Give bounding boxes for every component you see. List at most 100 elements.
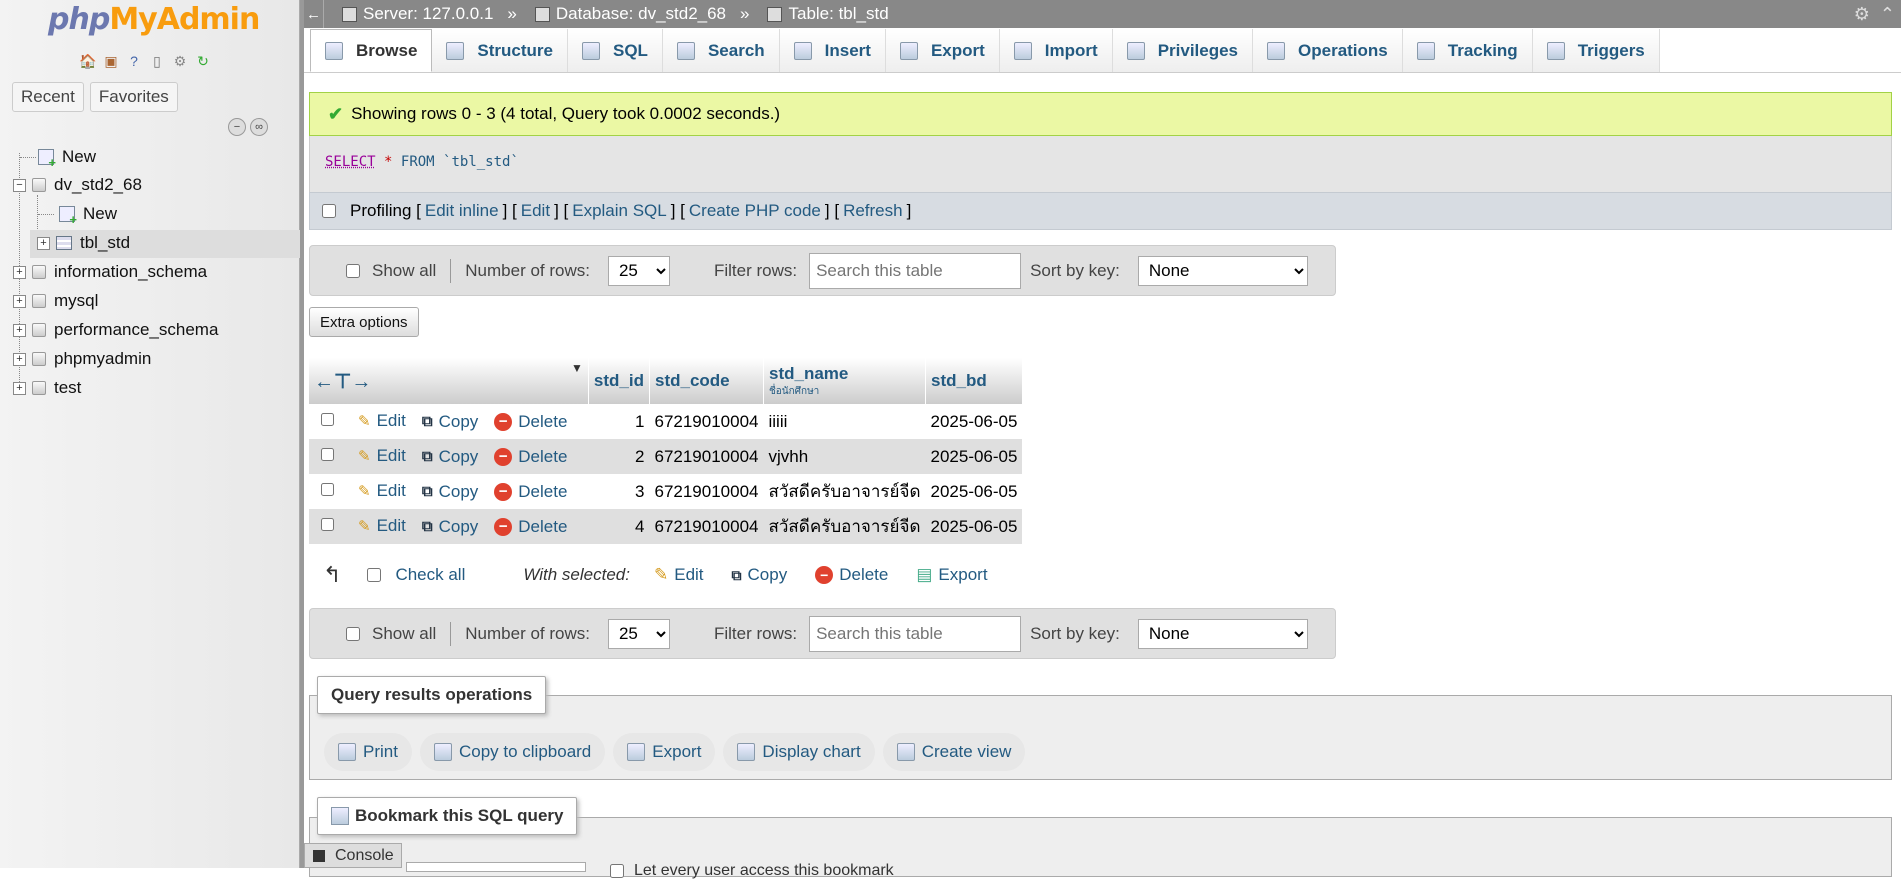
cell-std-name[interactable]: สวัสดีครับอาจารย์จีด	[763, 474, 926, 509]
cell-std-code[interactable]: 67219010004	[649, 509, 764, 544]
column-std-id[interactable]: std_id	[588, 358, 650, 404]
row-delete-link[interactable]: − Delete	[494, 517, 567, 537]
expand-icon[interactable]: +	[37, 236, 50, 250]
sort-by-key-select[interactable]: None	[1137, 618, 1308, 649]
show-all-checkbox[interactable]	[346, 263, 360, 278]
row-checkbox[interactable]	[321, 413, 334, 427]
cell-std-bd[interactable]: 2025-06-05	[925, 439, 1023, 474]
expand-icon[interactable]: +	[13, 265, 26, 279]
row-checkbox[interactable]	[321, 518, 334, 532]
sql-query-box[interactable]: SELECT * FROM `tbl_std`	[309, 136, 1892, 192]
display-chart-button[interactable]: Display chart	[723, 733, 875, 771]
phpmyadmin-logo[interactable]: phpMyAdmin	[48, 2, 260, 37]
cell-std-id[interactable]: 3	[588, 474, 650, 509]
breadcrumb-table[interactable]: Table: tbl_std	[767, 4, 889, 24]
column-std-name[interactable]: std_name ชื่อนักศึกษา	[763, 358, 926, 404]
cell-std-code[interactable]: 67219010004	[649, 474, 764, 509]
dropdown-triangle-icon[interactable]: ▼	[571, 361, 583, 375]
column-std-code[interactable]: std_code	[649, 358, 765, 404]
breadcrumb-database[interactable]: Database: dv_std2_68	[534, 4, 726, 24]
reload-icon[interactable]: ↻	[193, 51, 213, 71]
tab-operations[interactable]: Operations	[1253, 29, 1403, 72]
collapse-top-icon[interactable]: ⌃	[1880, 4, 1895, 25]
cell-std-bd[interactable]: 2025-06-05	[925, 509, 1023, 544]
tab-browse[interactable]: Browse	[310, 29, 433, 72]
link-with-main-icon[interactable]: ∞	[250, 118, 268, 136]
collapse-nav-icon[interactable]: ←	[304, 0, 324, 28]
expand-icon[interactable]: +	[13, 323, 26, 337]
filter-rows-input[interactable]	[809, 615, 1022, 652]
tab-export[interactable]: Export	[885, 29, 1000, 72]
tree-db-dv-std2-68[interactable]: − dv_std2_68	[13, 173, 142, 197]
row-edit-link[interactable]: ✎ Edit	[358, 516, 406, 536]
copy-to-clipboard-button[interactable]: Copy to clipboard	[419, 733, 606, 771]
tree-new-database[interactable]: New	[20, 145, 96, 170]
check-all-checkbox[interactable]	[367, 568, 382, 582]
bulk-copy-button[interactable]: ⧉ Copy	[732, 565, 788, 585]
settings-icon[interactable]: ⚙	[170, 51, 190, 71]
cell-std-id[interactable]: 2	[588, 439, 650, 474]
tab-search[interactable]: Search	[662, 29, 780, 72]
collapse-icon[interactable]: −	[13, 178, 26, 192]
tree-db-mysql[interactable]: + mysql	[13, 289, 98, 313]
tab-privileges[interactable]: Privileges	[1112, 29, 1254, 72]
cell-std-id[interactable]: 4	[588, 509, 650, 544]
row-delete-link[interactable]: − Delete	[494, 412, 567, 432]
row-edit-link[interactable]: ✎ Edit	[358, 446, 406, 466]
cell-std-id[interactable]: 1	[588, 404, 650, 439]
sort-by-key-select[interactable]: None	[1137, 255, 1308, 286]
tree-table-tbl-std[interactable]: + tbl_std	[37, 231, 130, 255]
row-edit-link[interactable]: ✎ Edit	[358, 411, 406, 431]
edit-inline-link[interactable]: Edit inline	[425, 201, 499, 221]
bulk-export-button[interactable]: ▤ Export	[916, 565, 987, 585]
column-std-bd[interactable]: std_bd	[925, 358, 1023, 404]
export-button[interactable]: Export	[613, 733, 716, 771]
row-checkbox[interactable]	[321, 448, 334, 462]
logout-icon[interactable]: ▣	[101, 51, 121, 71]
rows-per-page-select[interactable]: 25	[607, 618, 670, 649]
refresh-link[interactable]: Refresh	[843, 201, 903, 221]
show-all-checkbox[interactable]	[346, 626, 360, 641]
favorites-button[interactable]: Favorites	[89, 82, 178, 112]
tab-import[interactable]: Import	[999, 29, 1113, 72]
cell-std-code[interactable]: 67219010004	[649, 404, 764, 439]
bookmark-label-input[interactable]	[406, 862, 586, 872]
bulk-edit-button[interactable]: ✎ Edit	[654, 565, 704, 585]
row-copy-link[interactable]: ⧉ Copy	[422, 517, 478, 537]
cell-std-name[interactable]: iiiii	[763, 404, 926, 439]
collapse-all-icon[interactable]: −	[228, 118, 246, 136]
row-edit-link[interactable]: ✎ Edit	[358, 481, 406, 501]
expand-icon[interactable]: +	[13, 381, 26, 395]
docs-icon[interactable]: ▯	[147, 51, 167, 71]
cell-std-bd[interactable]: 2025-06-05	[925, 474, 1023, 509]
check-all-link[interactable]: Check all	[395, 565, 465, 585]
tree-db-performance-schema[interactable]: + performance_schema	[13, 318, 218, 342]
bulk-delete-button[interactable]: − Delete	[815, 565, 888, 585]
filter-rows-input[interactable]	[809, 252, 1022, 289]
tree-db-phpmyadmin[interactable]: + phpmyadmin	[13, 347, 151, 371]
edit-link[interactable]: Edit	[521, 201, 550, 221]
column-arrows-icon[interactable]: ←⊤→	[314, 371, 371, 393]
breadcrumb-server[interactable]: Server: 127.0.0.1	[342, 4, 493, 24]
print-button[interactable]: Print	[324, 733, 412, 771]
row-copy-link[interactable]: ⧉ Copy	[422, 482, 478, 502]
navigation-resizer[interactable]	[300, 0, 304, 868]
expand-icon[interactable]: +	[13, 352, 26, 366]
row-delete-link[interactable]: − Delete	[494, 447, 567, 467]
extra-options-button[interactable]: Extra options	[309, 307, 419, 337]
row-copy-link[interactable]: ⧉ Copy	[422, 412, 478, 432]
tab-insert[interactable]: Insert	[779, 29, 886, 72]
cell-std-bd[interactable]: 2025-06-05	[925, 404, 1023, 439]
recent-button[interactable]: Recent	[12, 82, 84, 112]
expand-icon[interactable]: +	[13, 294, 26, 308]
row-copy-link[interactable]: ⧉ Copy	[422, 447, 478, 467]
profiling-checkbox[interactable]	[322, 204, 336, 218]
help-icon[interactable]: ?	[124, 51, 144, 71]
tab-tracking[interactable]: Tracking	[1402, 29, 1533, 72]
settings-gear-icon[interactable]: ⚙	[1854, 4, 1870, 25]
console-tab[interactable]: Console	[304, 843, 402, 868]
tab-structure[interactable]: Structure	[432, 29, 568, 72]
tree-db-test[interactable]: + test	[13, 376, 81, 400]
create-view-button[interactable]: Create view	[882, 733, 1026, 771]
tree-new-table[interactable]: New	[38, 202, 117, 227]
